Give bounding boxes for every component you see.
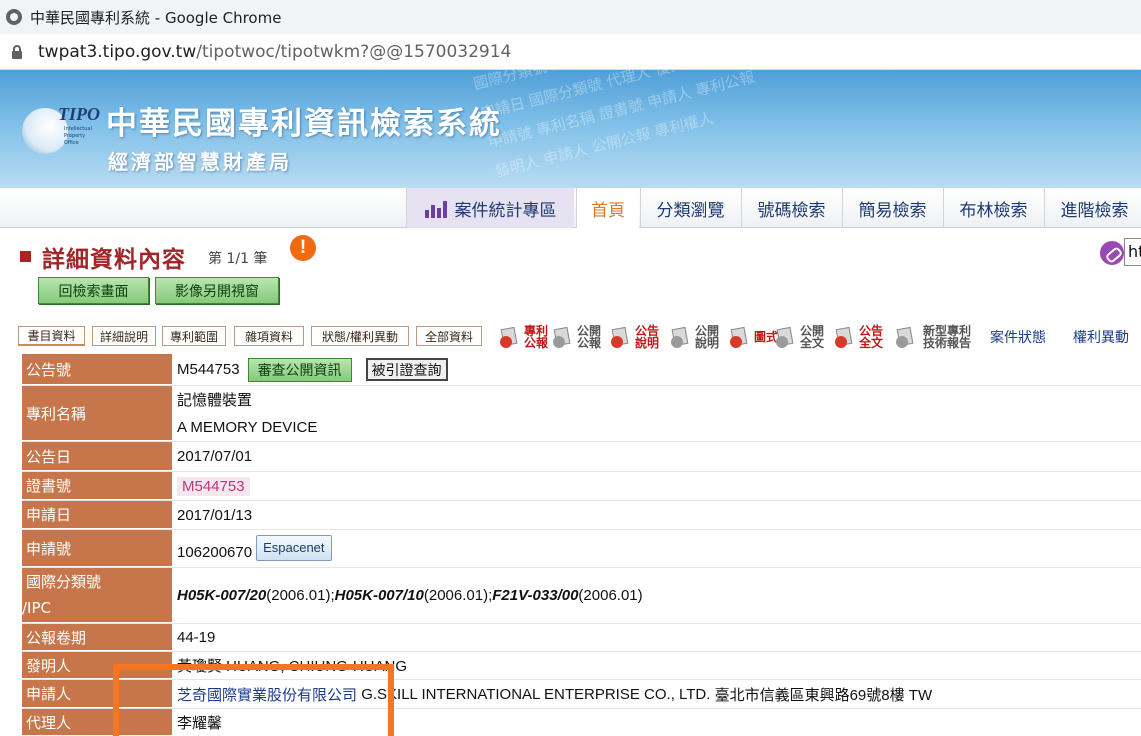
espacenet-button[interactable]: Espacenet	[256, 534, 332, 561]
field-value: M544753	[177, 472, 250, 500]
ipc-code[interactable]: H05K-007/20	[177, 587, 266, 604]
table-row: 公告日 2017/07/01	[22, 442, 1141, 472]
nav-number-search[interactable]: 號碼檢索	[741, 188, 841, 228]
doc-link-grant-spec[interactable]: 公告說明	[611, 321, 661, 353]
applicant-link[interactable]: 芝奇國際實業股份有限公司	[177, 684, 357, 705]
cited-search-button[interactable]: 被引證查詢	[365, 358, 448, 381]
doc-link-patent-gazette[interactable]: 專利公報	[500, 321, 550, 353]
document-icon	[500, 326, 520, 348]
ipc-code[interactable]: F21V-033/00	[492, 587, 578, 604]
field-label: 證書號	[22, 472, 172, 500]
tab-all-data[interactable]: 全部資料	[416, 326, 482, 346]
tab-status-rights[interactable]: 狀態/權利異動	[311, 326, 409, 346]
field-value: 106200670 Espacenet	[177, 530, 332, 567]
nav-boolean-search[interactable]: 布林檢索	[943, 188, 1043, 228]
field-label: 國際分類號 /IPC	[22, 568, 172, 623]
window-title: 中華民國專利系統 - Google Chrome	[30, 8, 282, 27]
field-label: 申請人	[22, 680, 172, 708]
site-title: 中華民國專利資訊檢索系統	[106, 106, 502, 142]
table-row: 公報卷期 44-19	[22, 624, 1141, 652]
link-icon[interactable]	[1100, 241, 1124, 265]
certificate-number: M544753	[177, 476, 250, 496]
nav-classification-browse[interactable]: 分類瀏覽	[640, 188, 740, 228]
window-titlebar: 中華民國專利系統 - Google Chrome	[0, 0, 1141, 34]
tab-misc[interactable]: 雜項資料	[234, 326, 304, 346]
doc-link-publication-spec[interactable]: 公開說明	[671, 321, 721, 353]
table-row: 公告號 M544753 審查公開資訊 被引證查詢	[22, 354, 1141, 386]
field-label: 代理人	[22, 709, 172, 736]
table-row: 申請號 106200670 Espacenet	[22, 530, 1141, 568]
tipo-logo[interactable]: TIPO Intellectual Property Office	[22, 100, 100, 162]
table-row: 代理人 李耀馨	[22, 709, 1141, 736]
table-row: 發明人 黃瓊賢 HUANG, CHIUNG-HUANG	[22, 652, 1141, 680]
document-icon	[611, 326, 631, 348]
heading-bullet	[20, 251, 31, 262]
nav-case-statistics[interactable]: 案件統計專區	[406, 188, 574, 228]
url-text[interactable]: twpat3.tipo.gov.tw/tipotwoc/tipotwkm?@@1…	[38, 42, 511, 62]
field-value: 芝奇國際實業股份有限公司 G.SKILL INTERNATIONAL ENTER…	[177, 684, 933, 705]
doc-link-publication-fulltext[interactable]: 公開全文	[776, 321, 826, 353]
field-value: M544753 審查公開資訊 被引證查詢	[177, 354, 448, 385]
bar-chart-icon	[424, 198, 449, 218]
table-row: 國際分類號 /IPC H05K-007/20 (2006.01); H05K-00…	[22, 568, 1141, 624]
field-value: 黃瓊賢 HUANG, CHIUNG-HUANG	[177, 658, 408, 675]
document-icon	[730, 326, 750, 348]
nav-advanced-search[interactable]: 進階檢索	[1044, 188, 1141, 228]
field-value: 44-19	[177, 629, 216, 646]
field-label: 公告號	[22, 354, 172, 385]
field-label: 公報卷期	[22, 624, 172, 651]
review-info-button[interactable]: 審查公開資訊	[247, 357, 352, 382]
ipc-code[interactable]: H05K-007/10	[335, 587, 424, 604]
globe-icon	[6, 9, 22, 25]
lock-icon[interactable]	[12, 44, 22, 59]
field-label: 發明人	[22, 652, 172, 679]
table-row: 專利名稱 記憶體裝置 A MEMORY DEVICE	[22, 386, 1141, 442]
nav-simple-search[interactable]: 簡易檢索	[842, 188, 942, 228]
field-value: 記憶體裝置 A MEMORY DEVICE	[177, 391, 318, 436]
table-row: 申請日 2017/01/13	[22, 501, 1141, 530]
permalink-input[interactable]: ht	[1124, 238, 1141, 266]
page-title: 詳細資料內容	[42, 247, 186, 273]
banner-watermark: 國際分類號 設計分類號 新型技術報告 申請日 國際分類號 代理人 優先權 引證資…	[471, 70, 764, 181]
tab-description[interactable]: 詳細說明	[92, 326, 156, 346]
alert-icon[interactable]: !	[290, 235, 316, 261]
case-status-link[interactable]: 案件狀態	[990, 327, 1046, 347]
field-value: 2017/07/01	[177, 448, 253, 465]
doc-link-drawings[interactable]: 圖式	[730, 321, 780, 353]
doc-link-publication-gazette[interactable]: 公開公報	[553, 321, 603, 353]
document-icon	[671, 326, 691, 348]
main-nav: 案件統計專區 首頁 分類瀏覽 號碼檢索 簡易檢索 布林檢索 進階檢索	[0, 188, 1141, 228]
doc-link-utility-tech-report[interactable]: 新型專利技術報告	[896, 321, 976, 353]
field-label: 公告日	[22, 442, 172, 471]
field-label: 專利名稱	[22, 386, 172, 441]
nav-home[interactable]: 首頁	[576, 188, 639, 228]
tab-bibliographic[interactable]: 書目資料	[18, 326, 85, 346]
table-row: 申請人 芝奇國際實業股份有限公司 G.SKILL INTERNATIONAL E…	[22, 680, 1141, 709]
address-bar[interactable]: twpat3.tipo.gov.tw/tipotwoc/tipotwkm?@@1…	[0, 34, 1141, 70]
document-icon	[896, 326, 916, 348]
rights-change-link[interactable]: 權利異動	[1073, 327, 1129, 347]
table-row: 證書號 M544753	[22, 472, 1141, 501]
field-value: H05K-007/20 (2006.01); H05K-007/10 (2006.0…	[177, 587, 643, 604]
doc-link-grant-fulltext[interactable]: 公告全文	[835, 321, 885, 353]
field-value: 李耀馨	[177, 715, 223, 732]
document-icon	[776, 326, 796, 348]
document-icon	[553, 326, 573, 348]
site-subtitle: 經濟部智慧財產局	[108, 150, 292, 174]
document-icon	[835, 326, 855, 348]
record-count: 第 1/1 筆	[208, 251, 268, 267]
field-label: 申請號	[22, 530, 172, 567]
open-image-window-button[interactable]: 影像另開視窗	[155, 277, 279, 304]
back-to-search-button[interactable]: 回檢索畫面	[38, 277, 149, 304]
field-value: 2017/01/13	[177, 506, 253, 524]
field-label: 申請日	[22, 501, 172, 529]
tab-claims[interactable]: 專利範圍	[162, 326, 226, 346]
